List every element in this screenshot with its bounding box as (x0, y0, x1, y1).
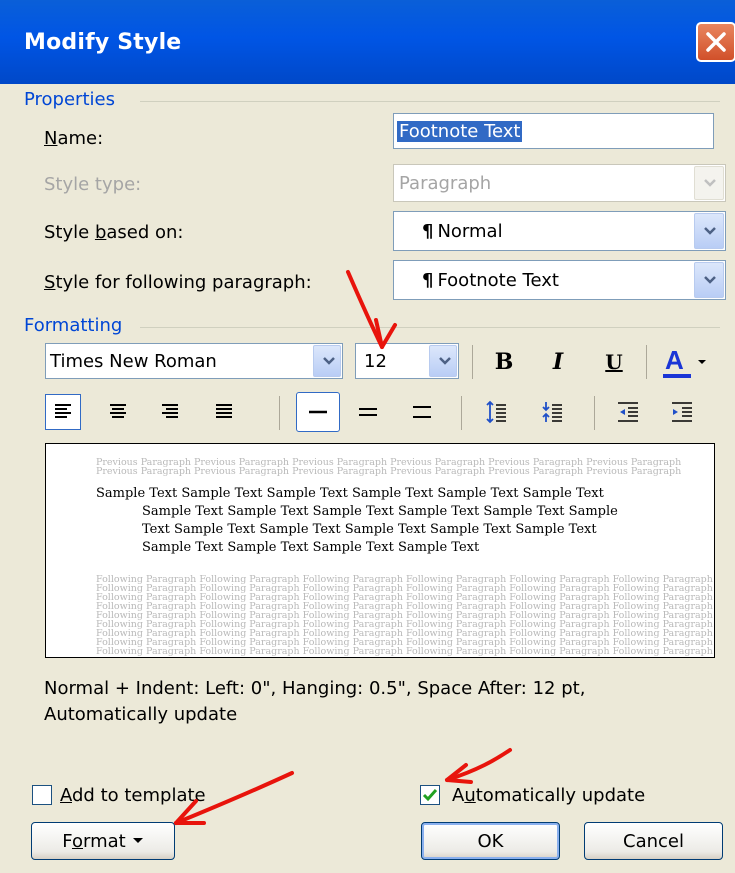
modify-style-dialog: Modify Style Properties Name: Footnote T… (0, 0, 735, 873)
font-size-arrow (346, 270, 384, 349)
annotation-arrows (174, 270, 512, 825)
auto-update-arrow (445, 748, 512, 782)
format-arrow (174, 771, 294, 825)
